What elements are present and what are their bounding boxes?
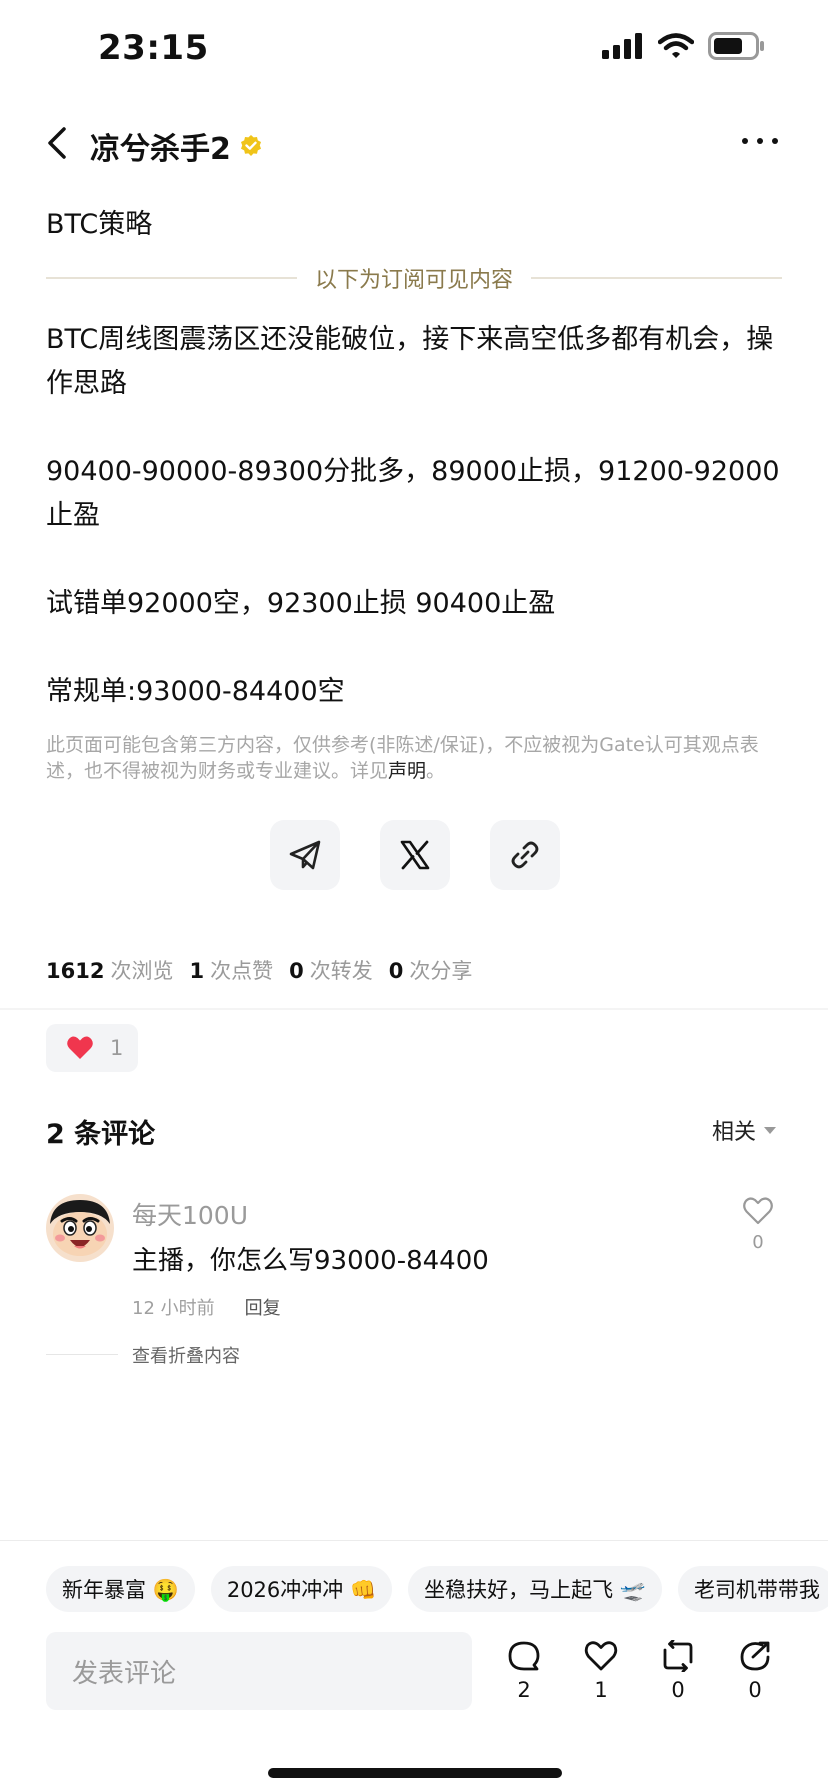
- comment-time: 12 小时前: [132, 1298, 215, 1319]
- divider-line-left: [46, 277, 297, 279]
- bottom-actions: 2 1 0 0: [506, 1640, 773, 1702]
- comment-meta: 12 小时前 回复: [132, 1294, 281, 1320]
- battery-icon: [708, 32, 764, 60]
- back-icon[interactable]: [46, 126, 68, 160]
- share-action-button[interactable]: 0: [737, 1640, 773, 1702]
- section-divider: [0, 1008, 828, 1010]
- status-time: 23:15: [98, 28, 209, 68]
- heart-outline-icon: [743, 1197, 773, 1225]
- subscribe-divider: 以下为订阅可见内容: [46, 262, 783, 294]
- comments-title: 2 条评论: [46, 1119, 156, 1150]
- post-paragraph: 90400-90000-89300分批多，89000止损，91200-92000…: [46, 456, 780, 531]
- comment-username[interactable]: 每天100U: [132, 1196, 248, 1232]
- telegram-icon: [289, 840, 321, 870]
- disclaimer-end: 。: [426, 760, 446, 782]
- author-name[interactable]: 凉兮杀手2: [90, 124, 231, 168]
- stat-value: 1612: [46, 959, 105, 983]
- comment-sort-dropdown[interactable]: 相关: [712, 1114, 776, 1146]
- comment-input[interactable]: 发表评论: [46, 1632, 472, 1710]
- wifi-icon: [658, 33, 694, 58]
- link-icon: [511, 841, 539, 869]
- quick-reply-chip[interactable]: 坐稳扶好，马上起飞 🛫: [408, 1566, 662, 1612]
- comment-like-button[interactable]: 0: [740, 1196, 776, 1253]
- cellular-signal-icon: [602, 33, 642, 59]
- stat-shares: 0 次分享: [389, 955, 473, 985]
- comment-action-count: 2: [517, 1678, 531, 1702]
- heart-filled-icon: [67, 1036, 93, 1059]
- share-action-count: 0: [748, 1678, 762, 1702]
- stat-label: 次点赞: [210, 959, 274, 983]
- post-paragraph: 常规单:93000-84400空: [46, 676, 345, 707]
- cartoon-avatar-icon: [46, 1194, 114, 1262]
- post-stats: 1612 次浏览 1 次点赞 0 次转发 0 次分享: [46, 955, 472, 985]
- quick-reply-chip[interactable]: 2026冲冲冲 👊: [210, 1566, 393, 1612]
- stat-views: 1612 次浏览: [46, 955, 173, 985]
- like-button[interactable]: 1: [46, 1024, 138, 1072]
- sort-label: 相关: [711, 1120, 756, 1145]
- quick-reply-chip[interactable]: 新年暴富 🤑: [46, 1566, 195, 1612]
- repost-action-button[interactable]: 0: [660, 1640, 696, 1702]
- comment-text: 主播，你怎么写93000-84400: [132, 1246, 489, 1276]
- divider-line-right: [531, 277, 783, 279]
- quick-reply-chips: 新年暴富 🤑 2026冲冲冲 👊 坐稳扶好，马上起飞 🛫 老司机带带我: [46, 1566, 828, 1612]
- stat-reposts: 0 次转发: [289, 955, 373, 985]
- disclaimer-link[interactable]: 声明: [388, 760, 426, 782]
- quick-reply-chip[interactable]: 老司机带带我: [677, 1566, 828, 1612]
- comment-like-count: 0: [752, 1232, 764, 1253]
- like-count: 1: [110, 1036, 124, 1060]
- like-action-button[interactable]: 1: [583, 1640, 619, 1702]
- stat-label: 次浏览: [110, 959, 174, 983]
- share-row: [270, 820, 560, 890]
- comment-icon: [508, 1641, 540, 1671]
- stat-value: 0: [388, 959, 404, 983]
- copy-link-button[interactable]: [490, 820, 560, 890]
- like-action-count: 1: [594, 1678, 608, 1702]
- heart-icon: [584, 1641, 618, 1671]
- verified-badge-icon: [240, 135, 261, 156]
- stat-label: 次分享: [409, 959, 473, 983]
- comment-action-button[interactable]: 2: [506, 1640, 542, 1702]
- share-x-button[interactable]: [380, 820, 450, 890]
- stat-label: 次转发: [309, 959, 373, 983]
- status-icons: [602, 32, 766, 60]
- disclaimer: 此页面可能包含第三方内容，仅供参考(非陈述/保证)，不应被视为Gate认可其观点…: [46, 732, 782, 784]
- repost-action-count: 0: [671, 1678, 685, 1702]
- repost-icon: [663, 1640, 693, 1672]
- share-telegram-button[interactable]: [270, 820, 340, 890]
- avatar[interactable]: [46, 1194, 114, 1262]
- x-logo-icon: [400, 840, 430, 870]
- more-options-icon[interactable]: [742, 138, 778, 144]
- reply-button[interactable]: 回复: [245, 1294, 281, 1320]
- subscribe-divider-label: 以下为订阅可见内容: [315, 268, 514, 293]
- stat-likes: 1 次点赞: [189, 955, 273, 985]
- stat-value: 0: [289, 959, 304, 983]
- fold-divider: [46, 1354, 118, 1355]
- home-indicator[interactable]: [268, 1768, 562, 1778]
- author-header[interactable]: 凉兮杀手2: [90, 124, 263, 168]
- bottom-bar-divider: [0, 1540, 828, 1541]
- post-paragraph: BTC周线图震荡区还没能破位，接下来高空低多都有机会，操作思路: [46, 324, 774, 399]
- caret-down-icon: [764, 1126, 776, 1134]
- share-icon: [740, 1641, 770, 1671]
- view-folded-comments-link[interactable]: 查看折叠内容: [132, 1342, 240, 1368]
- post-title: BTC策略: [46, 209, 153, 240]
- stat-value: 1: [189, 959, 205, 983]
- post-paragraph: 试错单92000空，92300止损 90400止盈: [46, 588, 556, 619]
- post-body: BTC周线图震荡区还没能破位，接下来高空低多都有机会，操作思路 90400-90…: [46, 318, 782, 714]
